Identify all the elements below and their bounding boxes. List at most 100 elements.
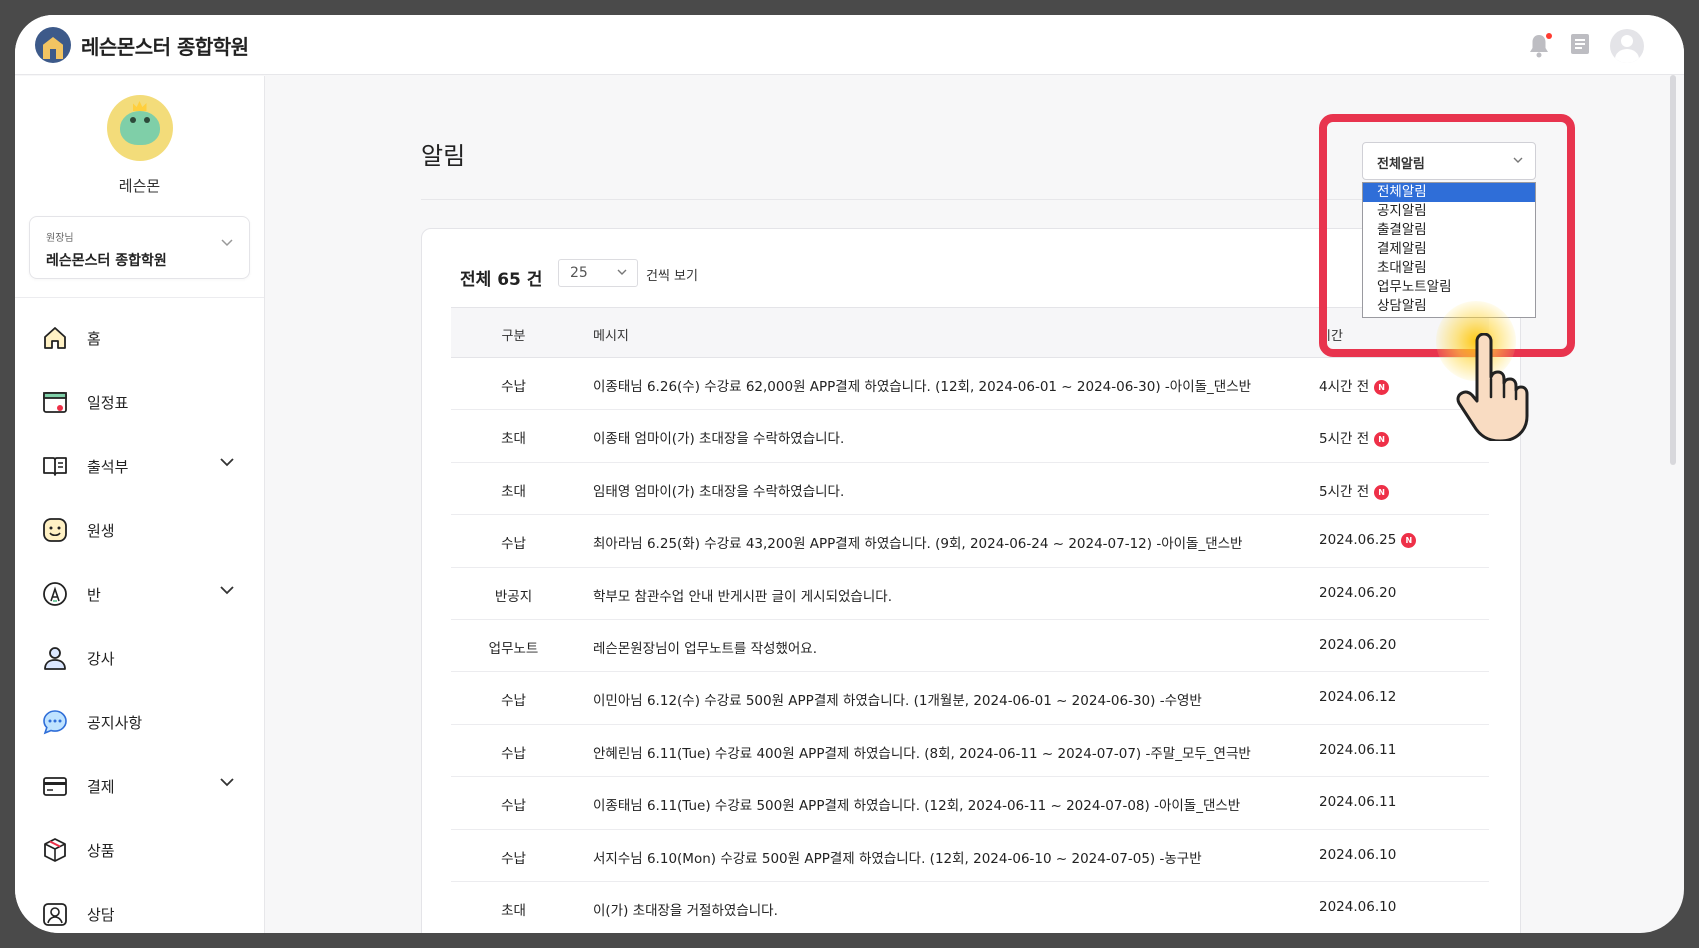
sidebar-item-home[interactable]: 홈 — [15, 306, 264, 370]
sidebar-item-label: 출석부 — [87, 457, 129, 476]
sidebar-item-label: 원생 — [87, 521, 115, 540]
row-time-text: 2024.06.10 — [1319, 846, 1397, 863]
row-type: 업무노트 — [488, 640, 539, 657]
chevron-down-icon — [220, 778, 234, 787]
table-row[interactable]: 초대 임태영 엄마이(가) 초대장을 수락하였습니다. 5시간 전N — [451, 463, 1489, 516]
sidebar-item-label: 홈 — [87, 329, 101, 348]
sidebar-item-teachers[interactable]: 강사 — [15, 626, 264, 690]
sidebar-item-classes[interactable]: 반 — [15, 562, 264, 626]
chevron-down-icon — [1513, 157, 1523, 163]
notifications-table: 구분 메시지 시간 수납 이종태님 6.26(수) 수강료 62,000원 APP… — [451, 307, 1489, 933]
page-size-select[interactable]: 25 — [558, 259, 638, 287]
table-row[interactable]: 업무노트 레슨몬원장님이 업무노트를 작성했어요. 2024.06.20 — [451, 620, 1489, 673]
consult-icon — [41, 900, 69, 928]
sidebar-item-students[interactable]: 원생 — [15, 498, 264, 562]
book-icon — [41, 452, 69, 480]
sidebar-item-label: 일정표 — [87, 393, 129, 412]
row-message: 이(가) 초대장을 거절하였습니다. — [593, 902, 778, 919]
top-icons — [1528, 29, 1644, 63]
row-type: 수납 — [501, 798, 526, 815]
scrollbar[interactable] — [1670, 75, 1676, 465]
row-type: 초대 — [501, 483, 526, 500]
sidebar-item-label: 상담 — [87, 905, 115, 924]
table-row[interactable]: 반공지 학부모 참관수업 안내 반게시판 글이 게시되었습니다. 2024.06.2… — [451, 568, 1489, 620]
school-selector[interactable]: 원장님 레슨몬스터 종합학원 — [29, 216, 250, 279]
table-row[interactable]: 수납 서지수님 6.10(Mon) 수강료 500원 APP결제 하였습니다. (… — [451, 830, 1489, 882]
row-time-text: 2024.06.25 — [1319, 532, 1397, 549]
row-message: 서지수님 6.10(Mon) 수강료 500원 APP결제 하였습니다. (12… — [593, 850, 1202, 867]
sidebar-item-label: 강사 — [87, 649, 115, 668]
row-time-text: 2024.06.10 — [1319, 898, 1397, 915]
filter-option[interactable]: 업무노트알림 — [1363, 278, 1535, 297]
row-time: 5시간 전N — [1319, 480, 1390, 500]
row-message: 이종태님 6.26(수) 수강료 62,000원 APP결제 하였습니다. (1… — [593, 379, 1252, 395]
notification-filter-select[interactable]: 전체알림 — [1362, 142, 1536, 180]
row-type: 초대 — [501, 902, 526, 919]
row-message: 안혜린님 6.11(Tue) 수강료 400원 APP결제 하였습니다. (8회… — [593, 745, 1251, 762]
school-name: 레슨몬스터 종합학원 — [46, 253, 167, 269]
table-row[interactable]: 초대 이(가) 초대장을 거절하였습니다. 2024.06.10 — [451, 882, 1489, 933]
profile-name: 레슨몬 — [118, 177, 161, 195]
brand[interactable]: 레슨몬스터 종합학원 — [35, 27, 249, 63]
row-time: 2024.06.11 — [1319, 742, 1396, 758]
screen: 레슨몬스터 종합학원 레슨몬 원장님 레슨몬스터 종합학원 홈 일정표 출석부 … — [15, 15, 1684, 933]
sidebar-item-label: 공지사항 — [87, 713, 143, 732]
bell-icon[interactable] — [1528, 33, 1552, 59]
table-row[interactable]: 수납 이민아님 6.12(수) 수강료 500원 APP결제 하였습니다. (1개… — [451, 672, 1489, 725]
top-bar: 레슨몬스터 종합학원 — [15, 15, 1684, 75]
school-role: 원장님 — [46, 233, 74, 244]
sidebar-item-attendance[interactable]: 출석부 — [15, 434, 264, 498]
sidebar-item-consult[interactable]: 상담 — [15, 882, 264, 933]
filter-option[interactable]: 공지알림 — [1363, 202, 1535, 221]
sidebar-item-payments[interactable]: 결제 — [15, 754, 264, 818]
table-row[interactable]: 초대 이종태 엄마이(가) 초대장을 수락하였습니다. 5시간 전N — [451, 410, 1489, 463]
new-badge: N — [1374, 432, 1390, 448]
header-message: 메시지 — [593, 329, 629, 344]
smile-icon — [41, 516, 69, 544]
sidebar-item-schedule[interactable]: 일정표 — [15, 370, 264, 434]
filter-selected-value: 전체알림 — [1377, 157, 1425, 172]
row-time: 2024.06.25 N — [1319, 532, 1417, 549]
row-type: 수납 — [501, 745, 526, 762]
sidebar-item-label: 결제 — [87, 777, 115, 796]
sidebar-menu: 홈 일정표 출석부 원생 반 강사 공지사항 결제 상품 상담 — [15, 306, 264, 933]
device-frame: 레슨몬스터 종합학원 레슨몬 원장님 레슨몬스터 종합학원 홈 일정표 출석부 … — [0, 0, 1699, 948]
sidebar-item-products[interactable]: 상품 — [15, 818, 264, 882]
filter-option[interactable]: 출결알림 — [1363, 221, 1535, 240]
brand-name: 레슨몬스터 종합학원 — [81, 34, 249, 59]
box-icon — [41, 836, 69, 864]
calendar-icon — [41, 388, 69, 416]
table-row[interactable]: 수납 안혜린님 6.11(Tue) 수강료 400원 APP결제 하였습니다. (… — [451, 725, 1489, 778]
row-time: 2024.06.20 — [1319, 637, 1396, 653]
sidebar: 레슨몬 원장님 레슨몬스터 종합학원 홈 일정표 출석부 원생 반 강사 공지사… — [15, 76, 265, 933]
page-size-value: 25 — [570, 265, 588, 281]
chevron-down-icon — [617, 269, 627, 275]
page-title: 알림 — [421, 142, 466, 170]
class-icon — [41, 580, 69, 608]
filter-option[interactable]: 초대알림 — [1363, 259, 1535, 278]
table-row[interactable]: 수납 최아라님 6.25(화) 수강료 43,200원 APP결제 하였습니다. … — [451, 515, 1489, 568]
pointer-hand-icon — [1456, 333, 1529, 441]
row-type: 반공지 — [494, 588, 533, 605]
user-avatar-icon[interactable] — [1610, 29, 1644, 63]
row-message: 레슨몬원장님이 업무노트를 작성했어요. — [593, 640, 818, 657]
row-message: 이종태 엄마이(가) 초대장을 수락하였습니다. — [593, 431, 845, 448]
row-time: 2024.06.11 — [1319, 794, 1396, 810]
new-badge: N — [1374, 484, 1390, 500]
profile: 레슨몬 — [15, 76, 264, 196]
filter-option[interactable]: 전체알림 — [1363, 183, 1535, 202]
row-time-text: 2024.06.12 — [1319, 689, 1397, 706]
chevron-down-icon — [220, 586, 234, 595]
notification-dot — [1546, 33, 1552, 39]
row-type: 초대 — [501, 431, 526, 448]
table-row[interactable]: 수납 이종태님 6.26(수) 수강료 62,000원 APP결제 하였습니다. … — [451, 358, 1489, 411]
table-row[interactable]: 수납 이종태님 6.11(Tue) 수강료 500원 APP결제 하였습니다. (… — [451, 777, 1489, 830]
new-badge: N — [1401, 533, 1417, 549]
filter-option[interactable]: 결제알림 — [1363, 240, 1535, 259]
row-time-text: 5시간 전 — [1319, 483, 1370, 500]
sidebar-item-notices[interactable]: 공지사항 — [15, 690, 264, 754]
total-count: 전체 65 건 — [460, 270, 543, 290]
row-time: 2024.06.12 — [1319, 689, 1396, 705]
row-type: 수납 — [501, 536, 526, 553]
document-icon[interactable] — [1570, 33, 1590, 59]
